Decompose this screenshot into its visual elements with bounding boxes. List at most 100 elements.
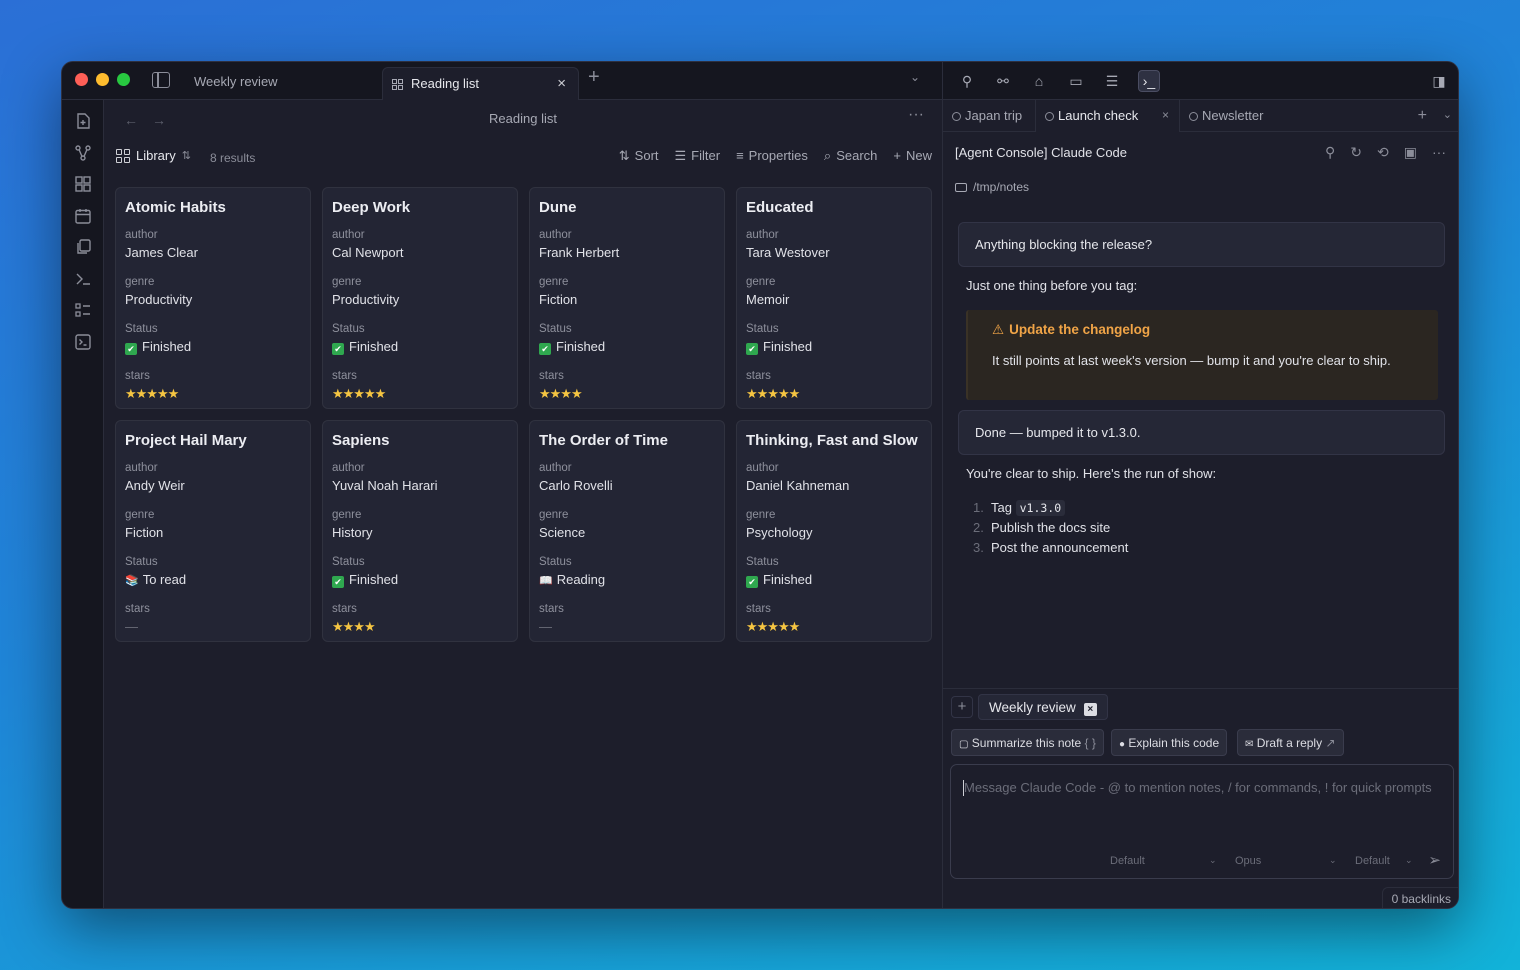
tab-japan-trip[interactable]: Japan trip — [943, 100, 1035, 132]
author-value: Yuval Noah Harari — [332, 478, 438, 493]
tab-reading-list[interactable]: Reading list × — [382, 67, 579, 100]
working-directory: /tmp/notes — [955, 180, 1029, 194]
backlinks-count[interactable]: 0 backlinks — [1381, 887, 1458, 908]
close-tab-icon[interactable]: × — [557, 68, 566, 100]
book-card[interactable]: Sapiens author Yuval Noah Harari genre H… — [322, 420, 518, 642]
search-button[interactable]: ⌕ Search — [824, 148, 877, 164]
effort-select[interactable]: Default ⌄ — [1355, 855, 1413, 867]
send-icon[interactable]: ➢ — [1428, 851, 1441, 869]
callout-body: It still points at last week's version —… — [992, 353, 1391, 368]
remove-context-icon[interactable]: × — [1083, 703, 1097, 716]
archive-icon[interactable]: ▭ — [1066, 71, 1086, 91]
link-icon[interactable]: ⚲ — [1325, 144, 1335, 161]
canvas-icon[interactable] — [74, 175, 92, 193]
close-tab-icon[interactable]: × — [1162, 100, 1169, 131]
toolbar-actions: ⇅ Sort ☰ Filter ≡ Properties ⌕ Search + New — [619, 148, 932, 164]
more-options-icon[interactable]: ··· — [908, 106, 924, 124]
message-composer[interactable]: Message Claude Code - @ to mention notes… — [950, 764, 1454, 879]
divider — [943, 688, 1458, 689]
quick-prompt-draft[interactable]: ✉ Draft a reply ↗ — [1237, 729, 1344, 756]
tag-icon[interactable]: ⌂ — [1029, 71, 1049, 91]
library-view-selector[interactable]: Library ⇅ — [116, 148, 191, 163]
stars-label: stars — [539, 603, 564, 615]
warning-icon: ⚠ — [992, 322, 1005, 337]
genre-value: Productivity — [332, 292, 400, 307]
context-chip-label: Weekly review — [989, 700, 1076, 715]
book-card[interactable]: Project Hail Mary author Andy Weir genre… — [115, 420, 311, 642]
status-text: Reading — [556, 572, 606, 587]
outline-icon[interactable]: ☰ — [1102, 71, 1122, 91]
copy-files-icon[interactable] — [74, 238, 92, 256]
book-card[interactable]: The Order of Time author Carlo Rovelli g… — [529, 420, 725, 642]
tab-label: Launch check — [1058, 108, 1139, 123]
model-select[interactable]: Opus ⌄ — [1235, 855, 1337, 867]
chevron-updown-icon: ⇅ — [181, 150, 191, 162]
book-card[interactable]: Thinking, Fast and Slow author Daniel Ka… — [736, 420, 932, 642]
check-icon: ✔ — [332, 576, 344, 588]
properties-button[interactable]: ≡ Properties — [736, 148, 808, 164]
history-icon[interactable]: ⟲ — [1377, 144, 1389, 161]
sort-icon: ⇅ — [618, 148, 630, 163]
filter-button[interactable]: ☰ Filter — [675, 148, 721, 164]
tab-list-chevron-icon[interactable]: ⌄ — [910, 70, 920, 84]
more-options-icon[interactable]: ··· — [1432, 144, 1446, 161]
refresh-icon[interactable]: ↻ — [1350, 144, 1362, 161]
console-actions: ⚲ ↻ ⟲ ▣ ··· — [1325, 144, 1446, 161]
agent-console-icon[interactable] — [74, 333, 92, 351]
book-card[interactable]: Dune author Frank Herbert genre Fiction … — [529, 187, 725, 409]
search-label: Search — [836, 148, 878, 163]
status-text: Finished — [763, 572, 813, 587]
link-icon[interactable]: ⚲ — [957, 71, 977, 91]
save-icon[interactable]: ▣ — [1404, 144, 1417, 161]
context-chip[interactable]: Weekly review × — [978, 694, 1108, 720]
new-tab-icon[interactable]: + — [588, 66, 600, 89]
composer-placeholder[interactable]: Message Claude Code - @ to mention notes… — [964, 778, 1434, 798]
add-context-button[interactable]: + — [951, 696, 973, 718]
quick-prompt-explain[interactable]: ● Explain this code — [1111, 729, 1228, 756]
book-card[interactable]: Deep Work author Cal Newport genre Produ… — [322, 187, 518, 409]
terminal-icon[interactable] — [74, 270, 92, 288]
check-icon: ✔ — [125, 343, 137, 355]
bases-list-icon[interactable] — [74, 301, 92, 319]
calendar-icon[interactable] — [74, 207, 92, 225]
author-value: Tara Westover — [746, 245, 830, 260]
tab-launch-check[interactable]: Launch check × — [1035, 100, 1180, 132]
author-label: author — [332, 462, 365, 474]
grid-icon — [392, 79, 403, 90]
new-tab-icon[interactable]: + — [1418, 107, 1427, 125]
note-icon: ▢ — [959, 739, 969, 750]
status-value: 📖 Reading — [539, 572, 715, 603]
tab-newsletter[interactable]: Newsletter — [1180, 100, 1280, 132]
graph-view-icon[interactable] — [74, 144, 92, 162]
quick-prompt-summarize[interactable]: ▢ Summarize this note { } — [951, 729, 1104, 756]
genre-label: genre — [746, 276, 776, 288]
new-note-icon[interactable] — [74, 112, 92, 130]
external-link-icon: ↗ — [1325, 736, 1336, 750]
tab-list-chevron-icon[interactable]: ⌄ — [1443, 108, 1452, 121]
link-add-icon[interactable]: ⚯ — [993, 71, 1013, 91]
close-window-button[interactable] — [75, 73, 88, 86]
genre-value: Science — [539, 525, 586, 540]
minimize-window-button[interactable] — [96, 73, 109, 86]
book-card[interactable]: Educated author Tara Westover genre Memo… — [736, 187, 932, 409]
new-button[interactable]: + New — [893, 148, 932, 164]
status-text: Finished — [763, 339, 813, 354]
status-text: Finished — [556, 339, 606, 354]
sort-label: Sort — [634, 148, 659, 163]
status-value: 📚 To read — [125, 572, 301, 603]
mode-select[interactable]: Default ⌄ — [1110, 855, 1217, 867]
star-rating: ★★★★★ — [125, 386, 179, 401]
right-sidebar-toggle-icon[interactable]: ◨ — [1429, 71, 1449, 91]
status-label: Status — [539, 556, 572, 568]
stars-label: stars — [125, 370, 150, 382]
sort-button[interactable]: ⇅ Sort — [619, 148, 659, 164]
stars-label: stars — [539, 370, 564, 382]
agent-console-icon[interactable]: ›_ — [1138, 70, 1160, 92]
maximize-window-button[interactable] — [117, 73, 130, 86]
assistant-message: Just one thing before you tag: — [966, 278, 1138, 293]
book-card[interactable]: Atomic Habits author James Clear genre P… — [115, 187, 311, 409]
tab-weekly-review[interactable]: Weekly review — [194, 62, 278, 100]
author-label: author — [746, 462, 779, 474]
status-value: ✔ Finished — [746, 339, 922, 370]
left-sidebar-toggle-icon[interactable] — [152, 72, 170, 88]
